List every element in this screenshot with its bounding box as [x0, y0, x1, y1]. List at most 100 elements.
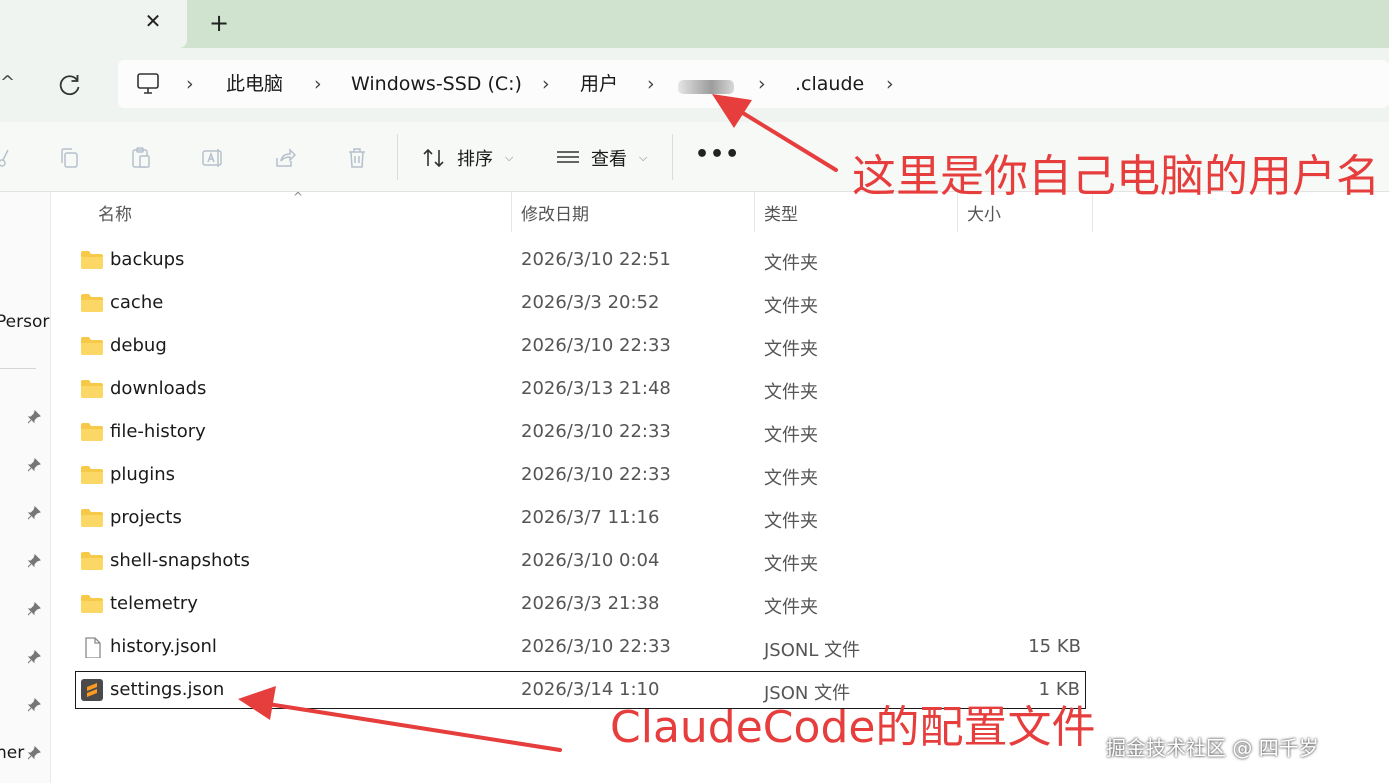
- file-row[interactable]: plugins 2026/3/10 22:33 文件夹: [75, 456, 1086, 494]
- folder-icon: [81, 595, 103, 613]
- breadcrumb-separator: ›: [758, 73, 766, 95]
- breadcrumb-separator[interactable]: ›: [886, 73, 894, 95]
- breadcrumb-separator: ›: [314, 73, 322, 95]
- folder-icon: [81, 337, 103, 355]
- breadcrumb-drive[interactable]: Windows-SSD (C:): [351, 73, 522, 95]
- file-row[interactable]: projects 2026/3/7 11:16 文件夹: [75, 499, 1086, 537]
- file-name: downloads: [110, 378, 207, 399]
- new-tab-icon[interactable]: +: [208, 11, 230, 35]
- file-type: 文件夹: [764, 253, 818, 274]
- delete-icon[interactable]: [345, 146, 369, 170]
- folder-icon: [81, 380, 103, 398]
- up-arrow-icon[interactable]: ^: [0, 72, 15, 93]
- file-date: 2026/3/13 21:48: [521, 378, 671, 399]
- column-separator[interactable]: [511, 192, 512, 232]
- nav-item-personal[interactable]: Persor: [0, 312, 49, 332]
- pin-icon[interactable]: [26, 649, 42, 665]
- cut-icon[interactable]: [0, 146, 16, 170]
- sort-label: 排序: [457, 149, 493, 170]
- folder-icon: [81, 423, 103, 441]
- toolbar-divider: [672, 134, 673, 180]
- nav-divider: [0, 368, 36, 369]
- address-bar[interactable]: › 此电脑 › Windows-SSD (C:) › 用户 › › .claud…: [118, 60, 1389, 108]
- file-date: 2026/3/3 21:38: [521, 593, 660, 614]
- sublime-json-icon: [81, 679, 103, 701]
- breadcrumb-separator: ›: [186, 73, 194, 95]
- active-tab[interactable]: ✕: [0, 0, 187, 48]
- file-row[interactable]: shell-snapshots 2026/3/10 0:04 文件夹: [75, 542, 1086, 580]
- rename-icon[interactable]: [201, 146, 225, 170]
- file-type: 文件夹: [764, 597, 818, 618]
- file-row[interactable]: history.jsonl 2026/3/10 22:33 JSONL 文件 1…: [75, 628, 1086, 666]
- breadcrumb-separator: ›: [542, 73, 550, 95]
- file-row[interactable]: file-history 2026/3/10 22:33 文件夹: [75, 413, 1086, 451]
- file-type: 文件夹: [764, 382, 818, 403]
- file-row[interactable]: cache 2026/3/3 20:52 文件夹: [75, 284, 1086, 322]
- file-row[interactable]: telemetry 2026/3/3 21:38 文件夹: [75, 585, 1086, 623]
- annotation-username-note: 这里是你自己电脑的用户名: [852, 151, 1380, 202]
- annotation-config-note: ClaudeCode的配置文件: [610, 702, 1096, 753]
- file-date: 2026/3/10 22:33: [521, 421, 671, 442]
- file-size: 1 KB: [1038, 679, 1080, 700]
- file-type: 文件夹: [764, 339, 818, 360]
- breadcrumb-username-blurred[interactable]: [678, 80, 734, 94]
- view-button[interactable]: 查看 ⌵: [555, 144, 647, 172]
- file-name: history.jsonl: [110, 636, 217, 657]
- pin-icon[interactable]: [26, 601, 42, 617]
- nav-item-other[interactable]: her: [0, 743, 24, 763]
- file-type: 文件夹: [764, 468, 818, 489]
- file-date: 2026/3/10 22:51: [521, 249, 671, 270]
- breadcrumb-users[interactable]: 用户: [580, 73, 618, 95]
- watermark: 掘金技术社区 @ 四千岁: [1106, 736, 1319, 760]
- pin-icon[interactable]: [26, 697, 42, 713]
- folder-icon: [81, 552, 103, 570]
- copy-icon[interactable]: [57, 146, 81, 170]
- file-type: 文件夹: [764, 554, 818, 575]
- close-tab-icon[interactable]: ✕: [142, 10, 164, 32]
- breadcrumb-separator: ›: [647, 73, 655, 95]
- pin-icon[interactable]: [26, 457, 42, 473]
- sort-icon: [423, 148, 444, 168]
- column-header-type[interactable]: 类型: [764, 200, 798, 225]
- file-date: 2026/3/10 22:33: [521, 335, 671, 356]
- document-icon: [85, 637, 101, 658]
- column-separator[interactable]: [754, 192, 755, 232]
- column-header-name[interactable]: 名称: [98, 200, 132, 225]
- breadcrumb-this-pc[interactable]: 此电脑: [226, 73, 283, 95]
- pin-icon[interactable]: [26, 553, 42, 569]
- file-size: 15 KB: [1028, 636, 1081, 657]
- sort-button[interactable]: 排序 ⌵: [421, 144, 513, 172]
- file-row[interactable]: downloads 2026/3/13 21:48 文件夹: [75, 370, 1086, 408]
- file-date: 2026/3/10 22:33: [521, 636, 671, 657]
- file-name: backups: [110, 249, 185, 270]
- file-name: settings.json: [110, 679, 225, 700]
- view-label: 查看: [591, 149, 627, 170]
- pin-icon[interactable]: [26, 409, 42, 425]
- file-row[interactable]: backups 2026/3/10 22:51 文件夹: [75, 241, 1086, 279]
- folder-icon: [81, 509, 103, 527]
- refresh-icon[interactable]: [57, 72, 83, 98]
- file-date: 2026/3/7 11:16: [521, 507, 660, 528]
- file-date: 2026/3/14 1:10: [521, 679, 660, 700]
- breadcrumb-claude[interactable]: .claude: [795, 73, 864, 95]
- tab-strip: ✕ +: [0, 0, 1389, 48]
- file-name: debug: [110, 335, 167, 356]
- folder-icon: [81, 466, 103, 484]
- paste-icon[interactable]: [129, 146, 153, 170]
- toolbar-divider: [397, 134, 398, 180]
- navigation-row: ^ › 此电脑 › Windows-SSD (C:) › 用户 › › .cla…: [0, 48, 1389, 122]
- pin-icon[interactable]: [26, 505, 42, 521]
- file-date: 2026/3/10 22:33: [521, 464, 671, 485]
- sort-ascending-icon: ^: [293, 190, 304, 204]
- file-type: JSONL 文件: [764, 640, 861, 661]
- share-icon[interactable]: [273, 146, 297, 170]
- file-name: telemetry: [110, 593, 198, 614]
- more-options-button[interactable]: •••: [695, 142, 740, 167]
- pin-icon[interactable]: [26, 745, 42, 761]
- file-row[interactable]: debug 2026/3/10 22:33 文件夹: [75, 327, 1086, 365]
- column-header-date[interactable]: 修改日期: [521, 200, 589, 225]
- file-name: projects: [110, 507, 182, 528]
- chevron-down-icon: ⌵: [505, 151, 514, 164]
- file-name: cache: [110, 292, 164, 313]
- file-name: shell-snapshots: [110, 550, 250, 571]
